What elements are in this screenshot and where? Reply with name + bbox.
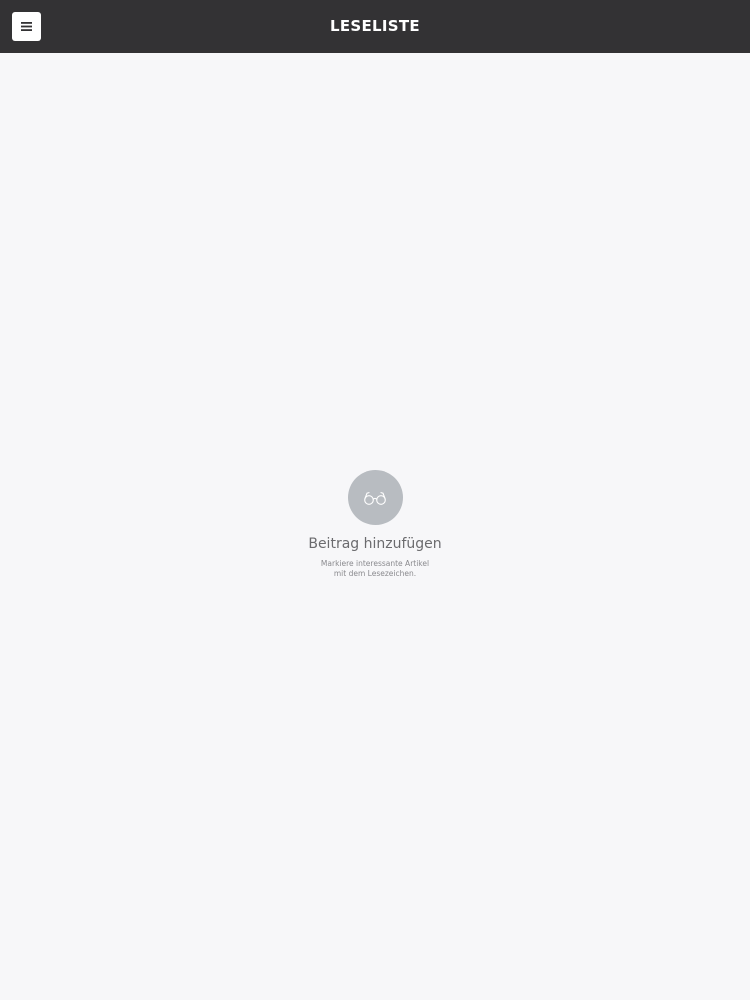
empty-state-description-line: mit dem Lesezeichen.: [333, 569, 417, 578]
empty-state-title: Beitrag hinzufügen: [308, 536, 442, 552]
empty-state-description-line: Markiere interessante Artikel: [320, 559, 430, 568]
hamburger-menu-icon: [21, 22, 32, 31]
reading-list-content: Beitrag hinzufügen Markiere interessante…: [0, 53, 750, 1000]
top-bar: LESELISTE: [0, 0, 750, 53]
empty-state: Beitrag hinzufügen Markiere interessante…: [0, 470, 750, 579]
page-title: LESELISTE: [330, 17, 420, 35]
glasses-icon: [364, 491, 386, 505]
empty-state-description: Markiere interessante Artikel mit dem Le…: [0, 559, 750, 579]
empty-state-icon-circle: [347, 470, 403, 525]
menu-button[interactable]: [12, 12, 41, 41]
